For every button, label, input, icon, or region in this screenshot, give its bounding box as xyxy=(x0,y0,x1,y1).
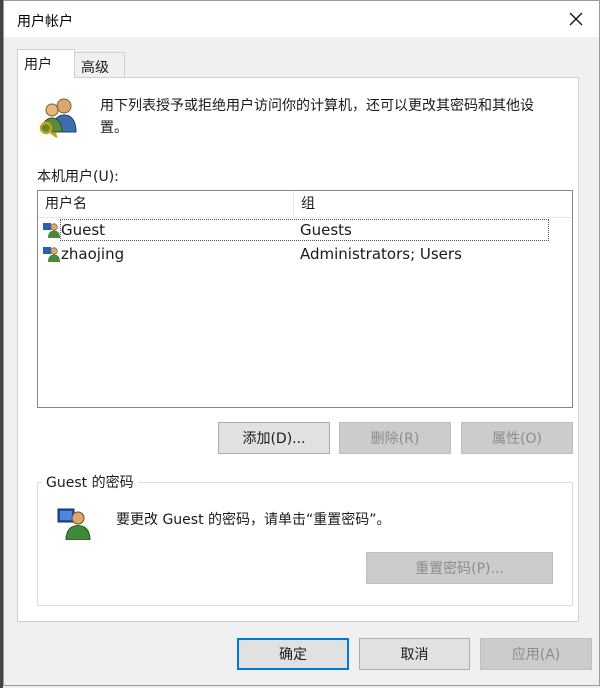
password-hint-text: 要更改 Guest 的密码，请单击“重置密码”。 xyxy=(116,512,391,528)
local-users-label: 本机用户(U): xyxy=(37,169,119,185)
table-row[interactable]: zhaojing Administrators; Users xyxy=(38,242,572,266)
close-button[interactable] xyxy=(553,1,599,37)
tab-advanced[interactable]: 高级 xyxy=(75,52,125,78)
column-header-group[interactable]: 组 xyxy=(294,191,572,217)
row-group: Administrators; Users xyxy=(300,245,462,263)
user-accounts-dialog: 用户帐户 用户 高级 用下列表授予或拒绝用户访问你的计算机，还可以更改其密码和其… xyxy=(3,0,600,686)
remove-user-button[interactable]: 删除(R) xyxy=(339,422,451,454)
password-groupbox-title: Guest 的密码 xyxy=(42,472,138,492)
password-groupbox xyxy=(37,482,573,606)
user-icon xyxy=(43,223,60,238)
reset-password-button[interactable]: 重置密码(P)... xyxy=(366,552,553,584)
row-group: Guests xyxy=(300,221,352,239)
user-password-icon xyxy=(57,508,91,540)
add-user-button[interactable]: 添加(D)... xyxy=(218,422,330,454)
tab-users[interactable]: 用户 xyxy=(17,49,75,78)
column-header-username[interactable]: 用户名 xyxy=(38,191,294,217)
intro-text: 用下列表授予或拒绝用户访问你的计算机，还可以更改其密码和其他设置。 xyxy=(100,98,534,136)
users-keys-icon xyxy=(39,98,77,138)
row-username: zhaojing xyxy=(61,245,125,263)
cancel-button[interactable]: 取消 xyxy=(359,638,470,670)
user-icon xyxy=(43,247,60,262)
properties-button[interactable]: 属性(O) xyxy=(461,422,573,454)
title-bar[interactable]: 用户帐户 xyxy=(4,1,599,37)
users-tab-panel: 用下列表授予或拒绝用户访问你的计算机，还可以更改其密码和其他设置。 本机用户(U… xyxy=(17,77,579,622)
background-window xyxy=(600,0,610,688)
close-icon xyxy=(569,12,583,26)
listview-header: 用户名 组 xyxy=(38,191,572,218)
ok-button[interactable]: 确定 xyxy=(237,638,349,670)
table-row[interactable]: Guest Guests xyxy=(38,218,572,242)
apply-button[interactable]: 应用(A) xyxy=(480,638,592,670)
users-listview[interactable]: 用户名 组 Guest Guests zhaojing Administrato… xyxy=(37,190,573,408)
row-username: Guest xyxy=(61,221,106,239)
window-title: 用户帐户 xyxy=(17,14,73,30)
